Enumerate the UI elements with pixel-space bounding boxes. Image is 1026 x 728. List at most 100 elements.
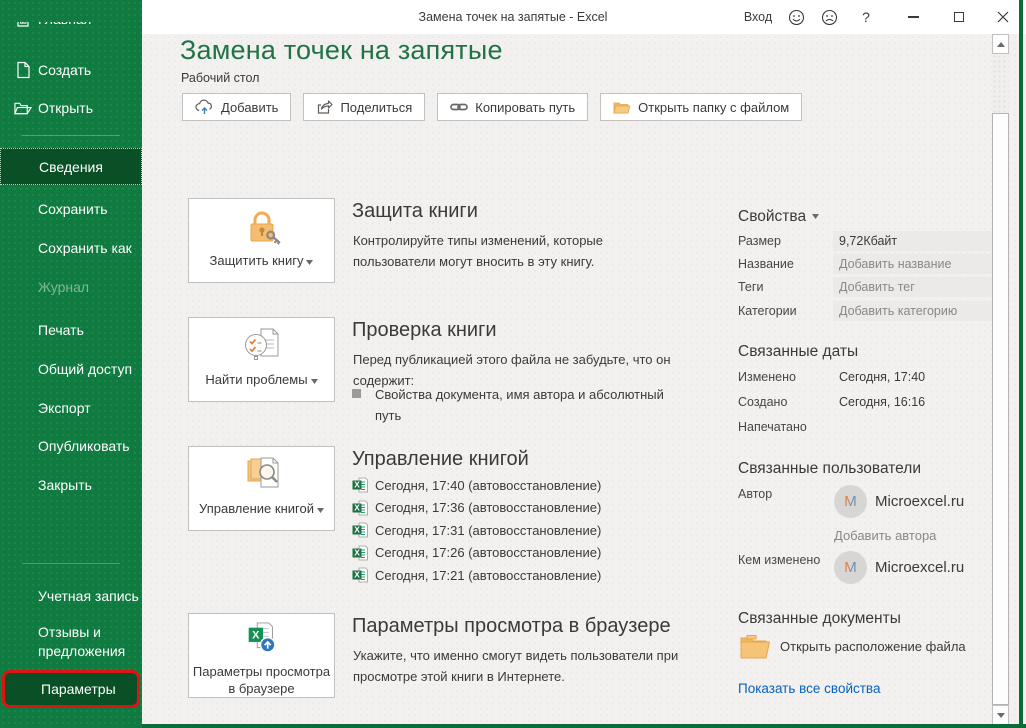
document-title: Замена точек на запятые <box>180 35 503 66</box>
backstage-sidebar: Главная Создать Открыть Сведения Сохрани… <box>0 0 142 728</box>
browser-view-options-button[interactable]: X Параметры просмотра в браузере <box>188 613 335 698</box>
property-field-categories[interactable]: Добавить категорию <box>833 301 1005 321</box>
scrollbar-down-button[interactable] <box>992 705 1009 726</box>
version-list: X Сегодня, 17:40 (автовосстановление) X … <box>352 474 601 587</box>
sidebar-item-label: Сведения <box>39 159 103 175</box>
author-person[interactable]: M Microexcel.ru <box>834 485 964 518</box>
check-for-issues-label: Найти проблемы <box>205 371 317 388</box>
open-file-folder-button-label: Открыть папку с файлом <box>638 100 789 115</box>
chevron-down-icon <box>812 206 819 224</box>
dropdown-caret-icon <box>317 500 324 517</box>
properties-heading[interactable]: Свойства <box>738 206 819 226</box>
excel-file-icon: X <box>352 567 368 583</box>
manage-workbook-label: Управление книгой <box>199 500 324 517</box>
copy-path-button[interactable]: Копировать путь <box>437 93 588 121</box>
sidebar-item-label: Сохранить как <box>38 240 132 256</box>
sidebar-item-label: Опубликовать <box>38 438 130 454</box>
document-action-bar: Добавить Поделиться Копировать путь Откр… <box>182 93 802 121</box>
sidebar-item-print[interactable]: Печать <box>0 318 142 342</box>
scrollbar-thumb[interactable] <box>992 113 1009 705</box>
avatar: M <box>834 485 867 518</box>
sidebar-item-options-highlighted[interactable]: Параметры <box>2 670 140 708</box>
version-item[interactable]: X Сегодня, 17:40 (автовосстановление) <box>352 474 601 497</box>
sidebar-item-open[interactable]: Открыть <box>0 96 142 120</box>
check-for-issues-label-text: Найти проблемы <box>205 372 307 387</box>
add-author-field[interactable]: Добавить автора <box>834 528 936 543</box>
minimize-icon <box>908 16 919 17</box>
sidebar-item-label: Общий доступ <box>38 361 132 377</box>
modified-by-label: Кем изменено <box>738 553 820 567</box>
browser-section-description: Укажите, что именно смогут видеть пользо… <box>353 645 703 687</box>
sidebar-item-close[interactable]: Закрыть <box>0 473 142 497</box>
feedback-frown-icon[interactable] <box>819 0 839 34</box>
date-value-created: Сегодня, 16:16 <box>839 395 925 409</box>
protect-workbook-button[interactable]: Защитить книгу <box>188 198 335 283</box>
sidebar-item-account[interactable]: Учетная запись <box>0 584 142 608</box>
version-item[interactable]: X Сегодня, 17:31 (автовосстановление) <box>352 519 601 542</box>
svg-text:X: X <box>354 525 360 535</box>
sidebar-item-label: Печать <box>38 322 84 338</box>
version-item-label: Сегодня, 17:21 (автовосстановление) <box>375 568 601 583</box>
show-all-properties-link[interactable]: Показать все свойства <box>738 681 880 696</box>
folder-icon <box>613 100 631 114</box>
share-icon <box>316 99 333 115</box>
scrollbar-track[interactable] <box>992 54 1009 113</box>
sidebar-divider <box>22 563 120 564</box>
share-button[interactable]: Поделиться <box>303 93 425 121</box>
version-item-label: Сегодня, 17:36 (автовосстановление) <box>375 500 601 515</box>
manage-workbook-button[interactable]: Управление книгой <box>188 446 335 531</box>
related-documents-heading: Связанные документы <box>738 610 901 628</box>
property-field-tags[interactable]: Добавить тег <box>833 277 1005 297</box>
sign-in-button[interactable]: Вход <box>738 0 778 34</box>
sidebar-item-label: Учетная запись <box>38 588 139 604</box>
version-item[interactable]: X Сегодня, 17:36 (автовосстановление) <box>352 497 601 520</box>
excel-file-icon: X <box>352 522 368 538</box>
version-item-label: Сегодня, 17:40 (автовосстановление) <box>375 478 601 493</box>
browser-view-options-label: Параметры просмотра в браузере <box>189 663 334 697</box>
open-file-location-button[interactable]: Открыть расположение файла <box>740 634 966 659</box>
sidebar-item-export[interactable]: Экспорт <box>0 396 142 420</box>
sidebar-item-label: Закрыть <box>38 477 92 493</box>
sidebar-item-publish[interactable]: Опубликовать <box>0 434 142 458</box>
check-for-issues-button[interactable]: Найти проблемы <box>188 317 335 402</box>
svg-text:X: X <box>354 570 360 580</box>
help-button[interactable]: ? <box>856 0 876 34</box>
sidebar-item-share[interactable]: Общий доступ <box>0 357 142 381</box>
backstage-info-pane: Замена точек на запятые Рабочий стол Доб… <box>142 34 1026 728</box>
modified-by-person[interactable]: M Microexcel.ru <box>834 551 964 584</box>
property-label-categories: Категории <box>738 304 797 318</box>
avatar: M <box>834 551 867 584</box>
sidebar-item-label: Открыть <box>38 100 93 116</box>
sidebar-item-save[interactable]: Сохранить <box>0 197 142 221</box>
sidebar-item-save-as[interactable]: Сохранить как <box>0 236 142 260</box>
property-label-title: Название <box>738 257 794 271</box>
sidebar-item-info-selected[interactable]: Сведения <box>0 148 142 185</box>
open-file-folder-button[interactable]: Открыть папку с файлом <box>600 93 802 121</box>
close-button[interactable] <box>982 0 1024 34</box>
folder-icon <box>740 634 770 659</box>
sidebar-item-feedback[interactable]: Отзывы и предложения <box>0 622 142 662</box>
date-label-printed: Напечатано <box>738 420 807 434</box>
sidebar-item-create[interactable]: Создать <box>0 58 142 82</box>
open-file-location-label: Открыть расположение файла <box>780 639 966 654</box>
window-border-right <box>1019 0 1023 728</box>
version-item[interactable]: X Сегодня, 17:26 (автовосстановление) <box>352 542 601 565</box>
avatar-initial: M <box>844 559 857 576</box>
manage-workbook-label-text: Управление книгой <box>199 501 314 516</box>
modified-by-name: Microexcel.ru <box>875 559 964 576</box>
property-field-title[interactable]: Добавить название <box>833 254 1005 274</box>
version-item[interactable]: X Сегодня, 17:21 (автовосстановление) <box>352 564 601 587</box>
scrollbar-up-button[interactable] <box>992 34 1009 54</box>
upload-button[interactable]: Добавить <box>182 93 291 121</box>
document-location: Рабочий стол <box>181 71 259 85</box>
author-label: Автор <box>738 487 772 501</box>
date-label-modified: Изменено <box>738 370 796 384</box>
svg-text:X: X <box>252 630 260 642</box>
minimize-button[interactable] <box>890 0 936 34</box>
upload-button-label: Добавить <box>221 100 278 115</box>
protect-workbook-label-text: Защитить книгу <box>210 253 304 268</box>
maximize-button[interactable] <box>936 0 982 34</box>
svg-text:X: X <box>354 480 360 490</box>
feedback-smile-icon[interactable] <box>786 0 806 34</box>
sidebar-item-label: Экспорт <box>38 400 91 416</box>
